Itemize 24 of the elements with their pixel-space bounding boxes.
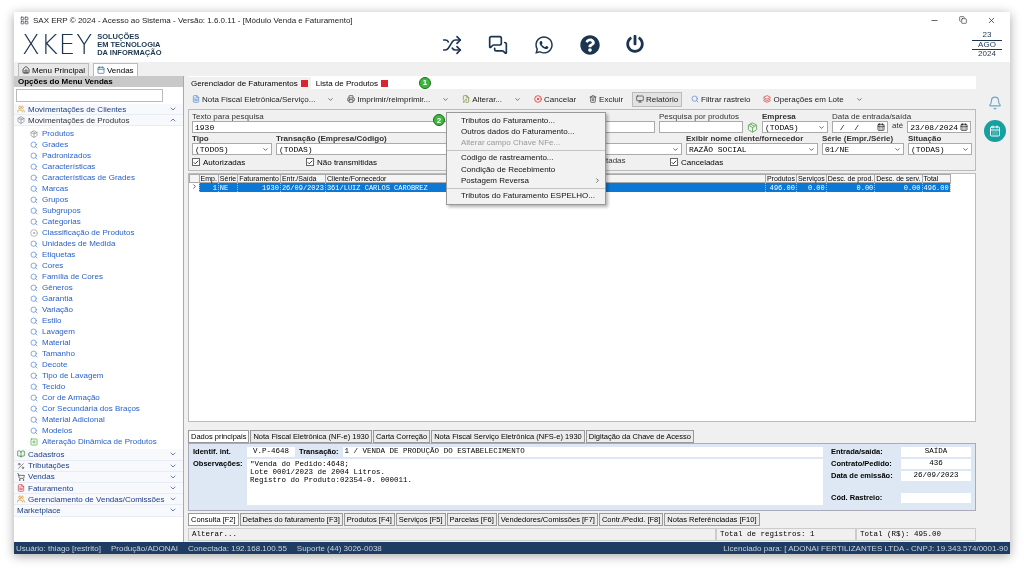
logo-text: XKEY xyxy=(22,30,94,60)
date-year: 2024 xyxy=(972,49,1002,59)
sidebar-title: Opções do Menu Vendas xyxy=(14,76,183,87)
callout-badge: 1 xyxy=(419,76,431,89)
field-label: Data de entrada/saída xyxy=(832,112,912,121)
status-license: Licenciado para: [ ADONAI FERTILIZANTES LTDA - CNPJ: 19.343.574/0001-90 xyxy=(722,543,1008,553)
date-day: 23 xyxy=(972,31,1002,40)
field-label: Empresa xyxy=(762,112,796,121)
status-user: Usuário: thiago [restrito] xyxy=(16,543,101,553)
field-label: Exibir nome cliente/fornecedor xyxy=(686,134,804,143)
status-environment: Produção/ADONAI xyxy=(110,543,179,553)
status-connection: Conectada: 192.168.100.55 xyxy=(188,543,287,553)
checkbox-label: tadas xyxy=(606,156,627,165)
date-month: AGO xyxy=(972,39,1002,50)
field-label: Transação (Empresa/Código) xyxy=(276,134,387,143)
field-label: Texto para pesquisa xyxy=(192,112,264,121)
callout-badge: 2 xyxy=(433,114,445,126)
field-label: Pesquisa por produtos xyxy=(659,112,740,121)
field-label: Situação xyxy=(908,134,942,143)
status-support: Suporte (44) 3026-0038 xyxy=(296,543,382,553)
field-label: Série (Empr./Série) xyxy=(822,134,894,143)
field-label: Tipo xyxy=(192,134,209,143)
window-title: SAX ERP © 2024 - Acesso ao Sistema - Versão: 1.6.0.11 - [Módulo Venda e Faturamento] xyxy=(33,15,354,25)
field-label: até xyxy=(892,121,904,130)
